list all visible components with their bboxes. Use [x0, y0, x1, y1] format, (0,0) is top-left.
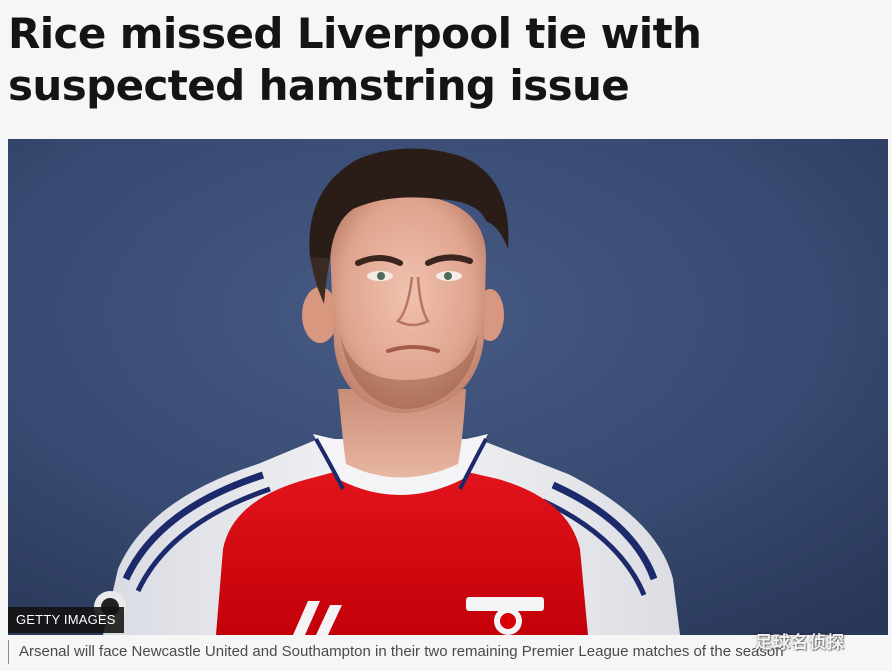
headline-line-2: suspected hamstring issue: [8, 61, 630, 110]
image-credit: GETTY IMAGES: [8, 607, 124, 633]
article-headline: Rice missed Liverpool tie with suspected…: [8, 8, 884, 112]
article-hero-image[interactable]: [8, 139, 888, 635]
watermark: 足球名侦探: [755, 633, 845, 653]
player-photo-illustration: [8, 139, 888, 635]
headline-line-1: Rice missed Liverpool tie with: [8, 9, 702, 58]
